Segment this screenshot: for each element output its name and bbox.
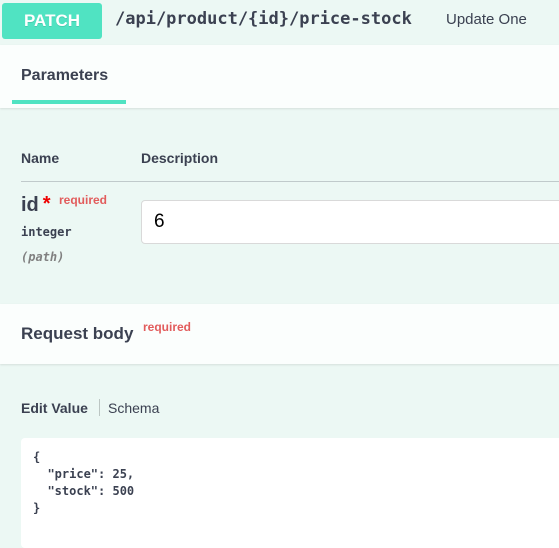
parameter-location: (path): [21, 250, 65, 264]
column-header-description: Description: [141, 150, 219, 166]
code-line: }: [33, 501, 41, 515]
code-line: {: [33, 450, 41, 464]
parameter-required-label: required: [59, 193, 108, 207]
operation-summary-text: Update One: [446, 11, 527, 28]
method-badge: PATCH: [2, 3, 102, 39]
tab-active-indicator: [12, 100, 126, 104]
tab-divider: [99, 399, 100, 416]
code-line: "price": 25,: [33, 467, 135, 481]
parameter-name: id *: [21, 193, 51, 216]
parameter-type: integer: [21, 225, 72, 239]
tab-parameters[interactable]: Parameters: [21, 67, 108, 85]
parameters-header: Parameters: [0, 45, 559, 108]
operation-summary[interactable]: PATCH /api/product/{id}/price-stock Upda…: [0, 0, 559, 42]
required-star: *: [42, 193, 51, 215]
endpoint-path: /api/product/{id}/price-stock: [115, 9, 412, 29]
request-body-header: Request body required: [0, 304, 559, 364]
code-line: "stock": 500: [33, 484, 135, 498]
tab-schema[interactable]: Schema: [108, 400, 159, 416]
parameter-id-input[interactable]: [141, 200, 559, 244]
request-body-required-label: required: [143, 320, 192, 334]
column-header-name: Name: [21, 150, 60, 166]
tab-edit-value[interactable]: Edit Value: [21, 400, 88, 416]
request-body-editor[interactable]: { "price": 25, "stock": 500 }: [21, 438, 559, 548]
request-body-title: Request body: [21, 324, 134, 343]
header-divider: [21, 181, 559, 182]
